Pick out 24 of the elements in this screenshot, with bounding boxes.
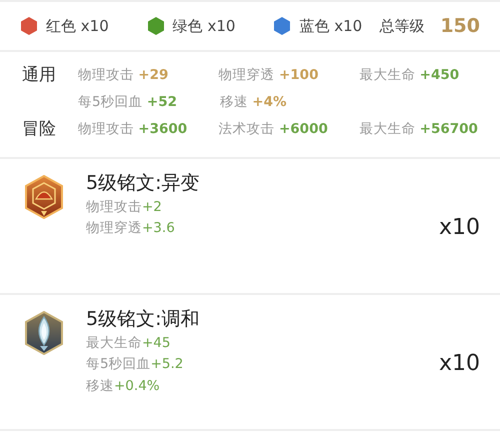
stat-text: 物理穿透+3.6 xyxy=(86,219,175,238)
stat-text: 最大生命 +450 xyxy=(359,67,460,84)
stat-text: 最大生命+45 xyxy=(86,334,170,353)
gem-count: 蓝色 x10 xyxy=(299,16,362,37)
stat-text: 最大生命 +56700 xyxy=(359,121,478,138)
group-label: 冒险 xyxy=(22,118,56,139)
stat-text: 移速+0.4% xyxy=(86,376,160,396)
gem-count: 红色 x10 xyxy=(46,16,109,37)
inscription-title: 5级铭文:调和 xyxy=(86,307,200,332)
gem-count: 绿色 x10 xyxy=(172,16,236,37)
stat-text: 法术攻击 +6000 xyxy=(218,121,328,138)
stat-text: 物理穿透 +100 xyxy=(218,67,318,84)
stat-text: 每5秒回血+5.2 xyxy=(86,355,184,374)
inscription-title: 5级铭文:异变 xyxy=(86,171,200,196)
stat-text: 物理攻击+2 xyxy=(86,198,162,217)
stat-text: 物理攻击 +29 xyxy=(78,67,168,84)
stat-text: 移速 +4% xyxy=(220,94,287,110)
group-label: 通用 xyxy=(22,64,56,85)
stat-text: 物理攻击 +3600 xyxy=(78,121,188,138)
inscription-count: x10 xyxy=(438,214,480,242)
stat-text: 每5秒回血 +52 xyxy=(78,94,177,110)
total-level-label: 总等级 xyxy=(379,16,424,37)
total-level-value: 150 xyxy=(440,14,480,39)
inscription-count: x10 xyxy=(438,350,480,378)
